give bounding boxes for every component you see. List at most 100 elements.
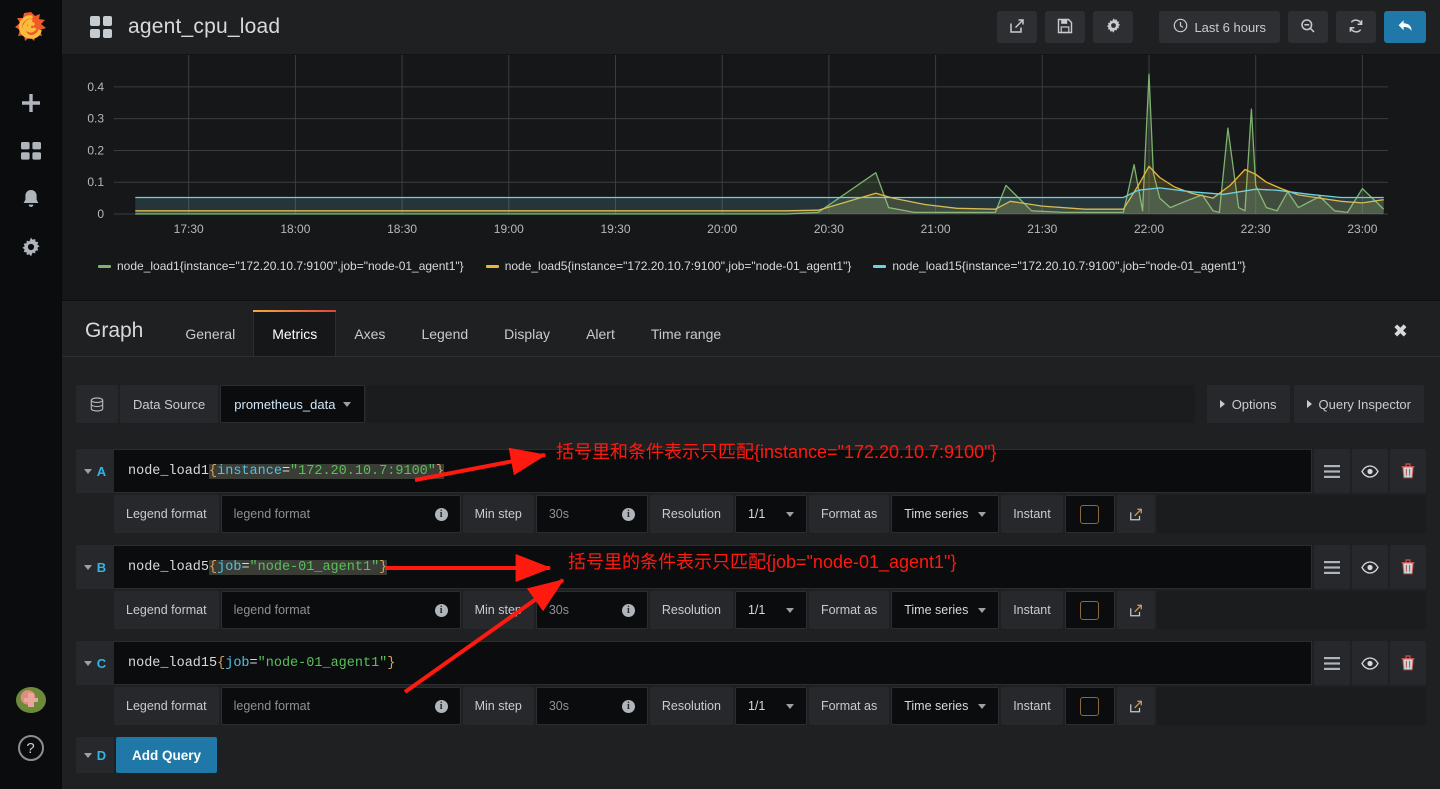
checkbox-box	[1080, 696, 1100, 716]
instant-checkbox[interactable]	[1064, 495, 1115, 533]
min-step-input[interactable]: 30s i	[535, 591, 648, 629]
save-dashboard-button[interactable]	[1045, 11, 1086, 43]
min-step-label: Min step	[462, 687, 534, 725]
query-expression-input[interactable]: node_load15 {job="node-01_agent1"}	[114, 641, 1312, 685]
query-share-icon[interactable]	[1116, 687, 1155, 725]
tab-alert[interactable]: Alert	[568, 326, 633, 356]
legend-color-swatch	[485, 264, 499, 268]
tab-display[interactable]: Display	[486, 326, 568, 356]
resolution-select[interactable]: 1/1	[734, 495, 807, 533]
query-expression-input[interactable]: node_load5 {job="node-01_agent1"}	[114, 545, 1312, 589]
query-expression-input[interactable]: node_load1 {instance="172.20.10.7:9100"}	[114, 449, 1312, 493]
dashboards-icon	[20, 140, 42, 167]
format-as-value: Time series	[904, 507, 969, 521]
y-axis-tick-label: 0.4	[87, 80, 104, 94]
instant-label[interactable]: Instant	[1001, 495, 1063, 533]
legend-item[interactable]: node_load15{instance="172.20.10.7:9100",…	[873, 259, 1246, 273]
instant-checkbox[interactable]	[1064, 687, 1115, 725]
info-icon[interactable]: i	[621, 699, 635, 713]
query-collapse-toggle[interactable]: A	[76, 449, 114, 493]
instant-label[interactable]: Instant	[1001, 687, 1063, 725]
zoom-out-button[interactable]	[1288, 11, 1328, 43]
legend-item[interactable]: node_load5{instance="172.20.10.7:9100",j…	[485, 259, 851, 273]
tab-legend[interactable]: Legend	[403, 326, 486, 356]
info-icon[interactable]: i	[434, 699, 448, 713]
min-step-input[interactable]: 30s i	[535, 687, 648, 725]
trash-icon[interactable]	[1390, 545, 1426, 589]
options-toggle[interactable]: Options	[1206, 385, 1290, 423]
add-query-button[interactable]: Add Query	[116, 737, 218, 773]
share-icon	[1009, 18, 1025, 37]
min-step-label: Min step	[462, 591, 534, 629]
close-icon[interactable]: ✖	[1393, 322, 1408, 340]
query-options-group: Options Query Inspector	[1206, 385, 1426, 423]
min-step-input[interactable]: 30s i	[535, 495, 648, 533]
tab-time-range[interactable]: Time range	[633, 326, 739, 356]
hamburger-icon[interactable]	[1314, 545, 1350, 589]
format-as-select[interactable]: Time series	[891, 495, 1000, 533]
resolution-label: Resolution	[649, 591, 733, 629]
main-sidebar: ?	[0, 0, 62, 789]
tab-axes[interactable]: Axes	[336, 326, 403, 356]
tab-metrics[interactable]: Metrics	[253, 310, 337, 356]
format-as-select[interactable]: Time series	[891, 591, 1000, 629]
eye-icon[interactable]	[1352, 545, 1388, 589]
eye-icon[interactable]	[1352, 641, 1388, 685]
trash-icon[interactable]	[1390, 449, 1426, 493]
resolution-select[interactable]: 1/1	[734, 591, 807, 629]
x-axis-tick-label: 18:30	[387, 222, 417, 236]
avatar[interactable]	[15, 687, 46, 713]
sidebar-item-configuration[interactable]	[0, 225, 62, 273]
query-share-icon[interactable]	[1116, 591, 1155, 629]
page-title: agent_cpu_load	[128, 15, 281, 38]
chevron-down-icon	[978, 703, 987, 709]
dashboards-icon	[90, 16, 112, 38]
legend-item[interactable]: node_load1{instance="172.20.10.7:9100",j…	[98, 259, 464, 273]
gear-icon	[1105, 17, 1122, 37]
format-as-label: Format as	[808, 687, 890, 725]
eye-icon[interactable]	[1352, 449, 1388, 493]
x-axis-tick-label: 21:00	[921, 222, 951, 236]
trash-icon[interactable]	[1390, 641, 1426, 685]
resolution-label: Resolution	[649, 495, 733, 533]
format-as-select[interactable]: Time series	[891, 687, 1000, 725]
query-collapse-toggle[interactable]: C	[76, 641, 114, 685]
hamburger-icon[interactable]	[1314, 449, 1350, 493]
help-icon[interactable]: ?	[17, 735, 44, 761]
hamburger-icon[interactable]	[1314, 641, 1350, 685]
chevron-down-icon	[83, 564, 92, 570]
legend-format-input[interactable]: legend format i	[220, 591, 461, 629]
time-range-label: Last 6 hours	[1194, 19, 1266, 35]
sidebar-item-create[interactable]	[0, 81, 62, 129]
selector-equals: =	[281, 463, 291, 479]
instant-label[interactable]: Instant	[1001, 591, 1063, 629]
legend-format-input[interactable]: legend format i	[220, 495, 461, 533]
grafana-logo-icon[interactable]	[13, 9, 49, 45]
dashboard-settings-button[interactable]	[1093, 11, 1134, 43]
sidebar-item-dashboards[interactable]	[0, 129, 62, 177]
min-step-placeholder: 30s	[548, 603, 570, 617]
info-icon[interactable]: i	[621, 507, 635, 521]
add-query-collapse-toggle[interactable]: D	[76, 737, 114, 773]
datasource-select[interactable]: prometheus_data	[220, 385, 366, 423]
share-dashboard-button[interactable]	[997, 11, 1038, 43]
query-metric: node_load5	[128, 559, 210, 575]
query-inspector-toggle[interactable]: Query Inspector	[1293, 385, 1424, 423]
info-icon[interactable]: i	[434, 603, 448, 617]
info-icon[interactable]: i	[621, 603, 635, 617]
legend-format-input[interactable]: legend format i	[220, 687, 461, 725]
refresh-button[interactable]	[1336, 11, 1376, 43]
instant-checkbox[interactable]	[1064, 591, 1115, 629]
back-to-dashboard-button[interactable]	[1384, 11, 1426, 43]
resolution-select[interactable]: 1/1	[734, 687, 807, 725]
time-range-picker[interactable]: Last 6 hours	[1159, 11, 1280, 43]
database-icon	[76, 385, 118, 423]
query-collapse-toggle[interactable]: B	[76, 545, 114, 589]
time-series-chart[interactable]: 0 0.1 0.2 0.3 0.4 17:30 18:00 18:30 19:00 19:30 20…	[68, 55, 1422, 250]
tab-general[interactable]: General	[167, 326, 253, 356]
legend-format-label: Legend format	[114, 687, 219, 725]
info-icon[interactable]: i	[434, 507, 448, 521]
query-share-icon[interactable]	[1116, 495, 1155, 533]
sidebar-item-alerting[interactable]	[0, 177, 62, 225]
query-selector: {job="node-01_agent1"}	[217, 656, 395, 671]
